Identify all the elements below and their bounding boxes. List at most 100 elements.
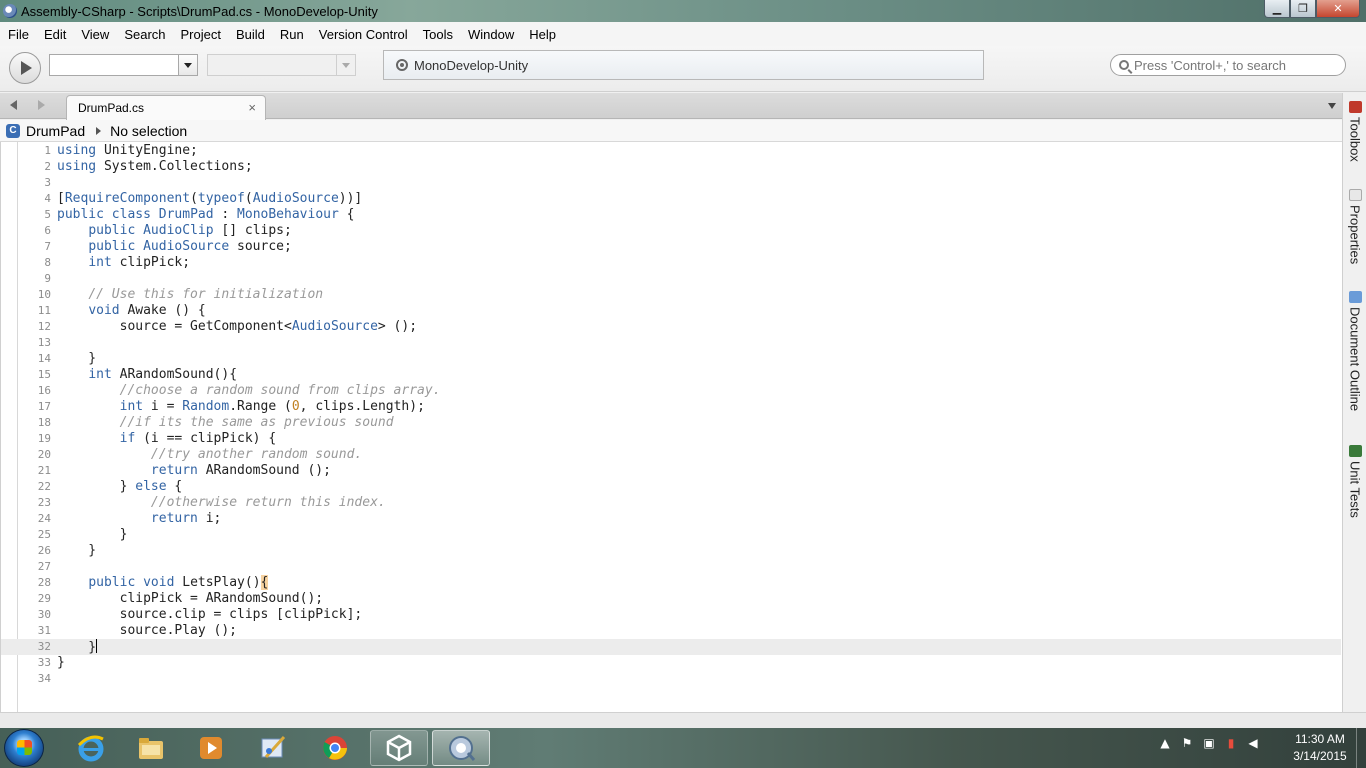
folder-icon: [139, 738, 163, 759]
menu-file[interactable]: File: [1, 27, 36, 42]
code-line[interactable]: 33}: [1, 655, 1341, 671]
monodevelop-app-icon[interactable]: [3, 4, 17, 18]
start-button[interactable]: [4, 729, 44, 767]
menu-run[interactable]: Run: [273, 27, 311, 42]
code-line[interactable]: 5 public class DrumPad : MonoBehaviour {: [1, 207, 1341, 223]
taskbar-clock[interactable]: 11:30 AM 3/14/2015: [1284, 731, 1356, 765]
menu-window[interactable]: Window: [461, 27, 521, 42]
device-icon[interactable]: ▣: [1202, 736, 1216, 750]
menu-search[interactable]: Search: [117, 27, 172, 42]
code-line[interactable]: 3: [1, 175, 1341, 191]
configuration-dropdown-arrow[interactable]: [178, 55, 197, 75]
taskbar-internet-explorer[interactable]: [62, 730, 120, 766]
tab-scroll-right-icon[interactable]: [38, 100, 45, 110]
volume-icon[interactable]: ◀: [1246, 736, 1260, 750]
line-number: 20: [37, 448, 51, 461]
menu-edit[interactable]: Edit: [37, 27, 73, 42]
dock-label: Toolbox: [1347, 117, 1363, 162]
menu-tools[interactable]: Tools: [416, 27, 460, 42]
code-line[interactable]: 32 }: [1, 639, 1341, 655]
menu-version-control[interactable]: Version Control: [312, 27, 415, 42]
status-bar: [0, 712, 1366, 728]
code-line[interactable]: 13: [1, 335, 1341, 351]
menu-build[interactable]: Build: [229, 27, 272, 42]
minimize-button[interactable]: ▁: [1264, 0, 1290, 18]
code-line[interactable]: 9: [1, 271, 1341, 287]
code-line[interactable]: 23 //otherwise return this index.: [1, 495, 1341, 511]
code-line[interactable]: 27: [1, 559, 1341, 575]
code-editor[interactable]: 1 using UnityEngine; 2 using System.Collect…: [0, 142, 1342, 712]
code-line[interactable]: 18 //if its the same as previous sound: [1, 415, 1341, 431]
code-line[interactable]: 20 //try another random sound.: [1, 447, 1341, 463]
unity-icon: [386, 734, 412, 762]
code-line[interactable]: 15 int ARandomSound(){: [1, 367, 1341, 383]
global-search-input[interactable]: Press 'Control+,' to search: [1110, 54, 1346, 76]
close-button[interactable]: ✕: [1316, 0, 1360, 18]
code-line[interactable]: 11 void Awake () {: [1, 303, 1341, 319]
code-line[interactable]: 14 }: [1, 351, 1341, 367]
run-button[interactable]: [9, 52, 41, 84]
code-line[interactable]: 1 using UnityEngine;: [1, 143, 1341, 159]
code-text: }: [57, 527, 128, 542]
taskbar-media-player[interactable]: [182, 730, 240, 766]
line-number: 12: [37, 320, 51, 333]
code-line[interactable]: 6 public AudioClip [] clips;: [1, 223, 1341, 239]
tab-drumpad[interactable]: DrumPad.cs ×: [66, 95, 266, 120]
show-hidden-icons-icon[interactable]: ▲: [1158, 736, 1172, 750]
taskbar-unity[interactable]: [370, 730, 428, 766]
code-line[interactable]: 31 source.Play ();: [1, 623, 1341, 639]
taskbar-file-explorer[interactable]: [122, 730, 180, 766]
maximize-button[interactable]: ❐: [1290, 0, 1316, 18]
line-number: 34: [37, 672, 51, 685]
code-line[interactable]: 22 } else {: [1, 479, 1341, 495]
network-icon[interactable]: ▮: [1224, 736, 1238, 750]
tab-list-dropdown-icon[interactable]: [1328, 103, 1336, 109]
menu-help[interactable]: Help: [522, 27, 563, 42]
code-line[interactable]: 19 if (i == clipPick) {: [1, 431, 1341, 447]
dock-document-outline[interactable]: Document Outline: [1343, 291, 1366, 411]
code-line[interactable]: 25 }: [1, 527, 1341, 543]
code-line[interactable]: 28 public void LetsPlay(){: [1, 575, 1341, 591]
code-line[interactable]: 8 int clipPick;: [1, 255, 1341, 271]
dock-unit-tests[interactable]: Unit Tests: [1343, 445, 1366, 518]
line-number: 19: [37, 432, 51, 445]
tab-scroll-left-icon[interactable]: [10, 100, 17, 110]
code-text: }: [57, 639, 98, 655]
configuration-select[interactable]: [49, 54, 198, 76]
code-line[interactable]: 12 source = GetComponent<AudioSource> ()…: [1, 319, 1341, 335]
properties-icon: [1348, 189, 1362, 201]
code-line[interactable]: 2 using System.Collections;: [1, 159, 1341, 175]
line-number: 3: [44, 176, 51, 189]
window-controls: ▁ ❐ ✕: [1264, 0, 1360, 18]
taskbar-monodevelop[interactable]: [432, 730, 490, 766]
code-line[interactable]: 26 }: [1, 543, 1341, 559]
code-line[interactable]: 4 [RequireComponent(typeof(AudioSource))]: [1, 191, 1341, 207]
tab-close-icon[interactable]: ×: [248, 100, 256, 115]
taskbar-paint[interactable]: [244, 730, 302, 766]
code-line[interactable]: 17 int i = Random.Range (0, clips.Length…: [1, 399, 1341, 415]
code-line[interactable]: 7 public AudioSource source;: [1, 239, 1341, 255]
line-number: 7: [44, 240, 51, 253]
action-center-flag-icon[interactable]: ⚑: [1180, 736, 1194, 750]
code-text: using UnityEngine;: [57, 143, 198, 158]
code-line[interactable]: 21 return ARandomSound ();: [1, 463, 1341, 479]
breadcrumb-member[interactable]: No selection: [110, 123, 187, 139]
code-line[interactable]: 34: [1, 671, 1341, 687]
show-desktop-button[interactable]: [1356, 728, 1366, 768]
code-text: public AudioSource source;: [88, 239, 292, 254]
clock-time: 11:30 AM: [1295, 732, 1345, 746]
breadcrumb-class[interactable]: DrumPad: [26, 123, 85, 139]
line-number: 29: [37, 592, 51, 605]
clock-date: 3/14/2015: [1293, 749, 1347, 763]
code-line[interactable]: 24 return i;: [1, 511, 1341, 527]
code-line[interactable]: 10 // Use this for initialization: [1, 287, 1341, 303]
taskbar-chrome[interactable]: [306, 730, 364, 766]
dock-toolbox[interactable]: Toolbox: [1343, 101, 1366, 162]
code-line[interactable]: 29 clipPick = ARandomSound();: [1, 591, 1341, 607]
menu-project[interactable]: Project: [174, 27, 228, 42]
media-player-icon: [200, 737, 222, 759]
dock-properties[interactable]: Properties: [1343, 189, 1366, 264]
code-line[interactable]: 30 source.clip = clips [clipPick];: [1, 607, 1341, 623]
menu-view[interactable]: View: [74, 27, 116, 42]
code-line[interactable]: 16 //choose a random sound from clips ar…: [1, 383, 1341, 399]
